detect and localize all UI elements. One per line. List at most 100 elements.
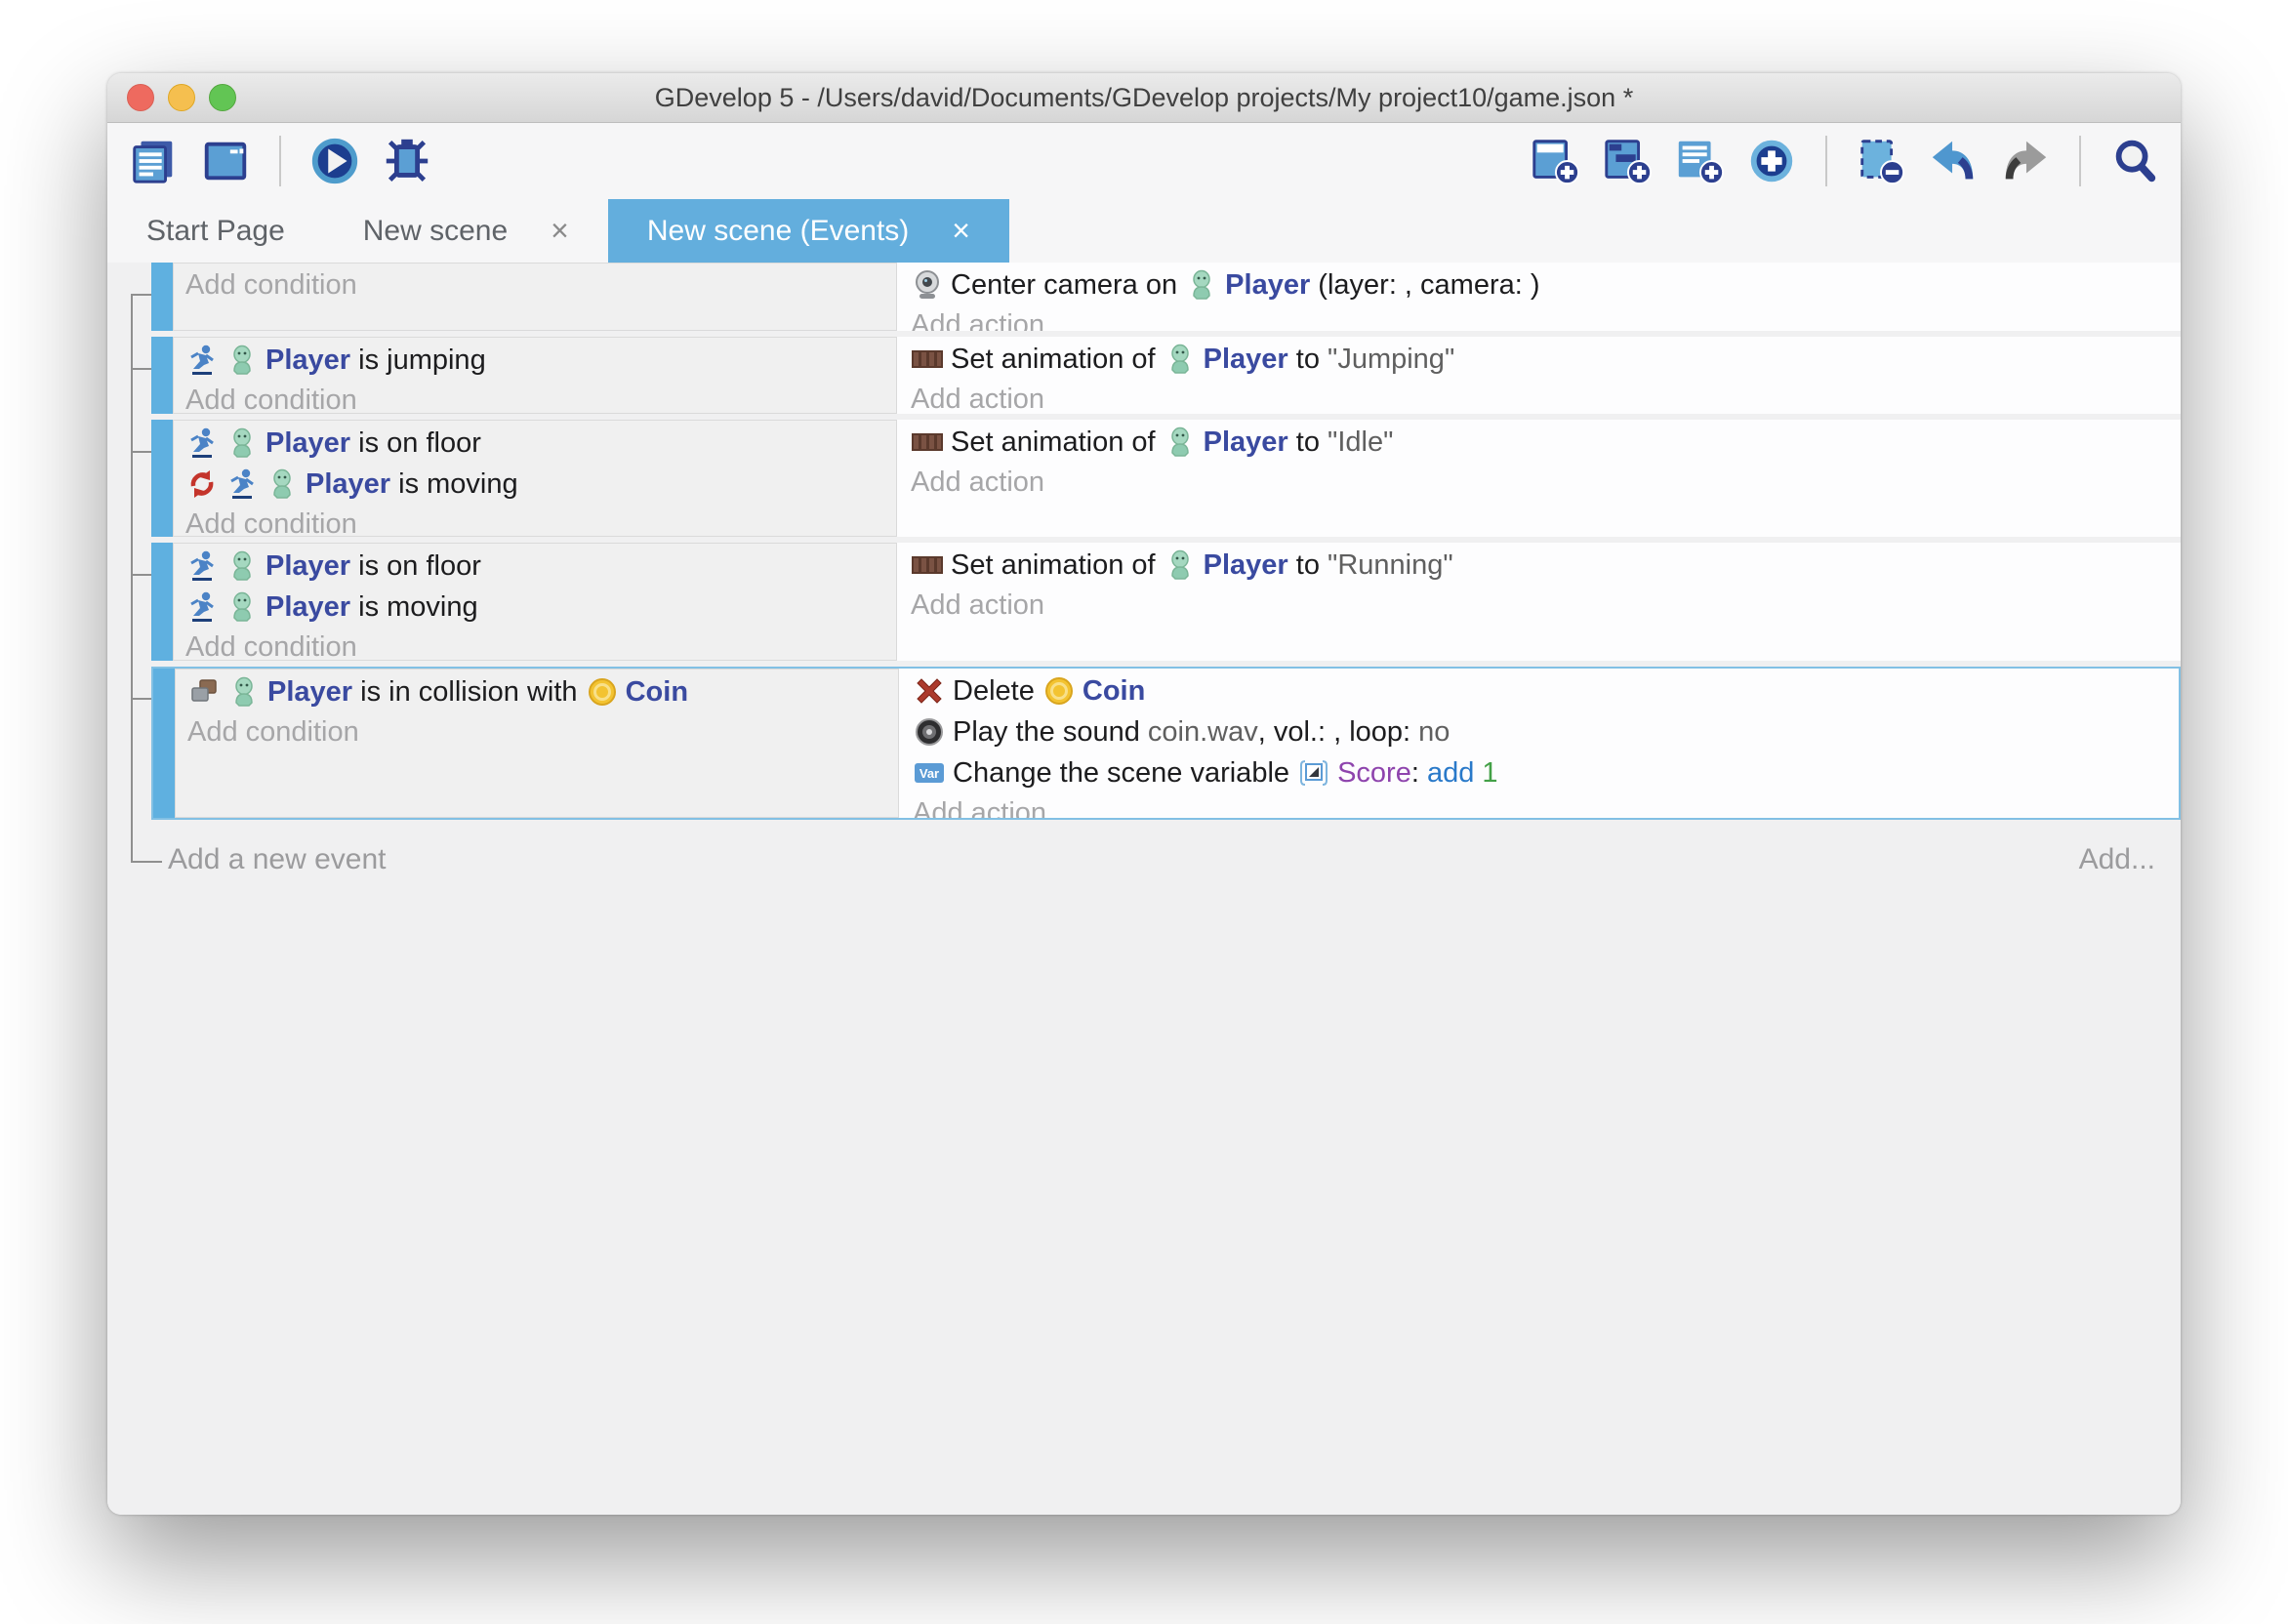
player-icon	[225, 426, 259, 460]
action-text: (layer: , camera: )	[1310, 269, 1539, 302]
action-text: Player	[1204, 344, 1288, 376]
toolbar-divider	[2079, 136, 2081, 186]
player-icon	[1185, 268, 1218, 302]
action-line[interactable]: Set animation of Player to "Running"	[911, 545, 2181, 586]
action-line[interactable]: Center camera on Player (layer: , camera…	[911, 264, 2181, 305]
condition-text: Player	[266, 427, 350, 460]
event-drag-handle[interactable]	[151, 420, 173, 537]
undo-icon[interactable]	[1925, 133, 1982, 189]
tree-trunk-line	[131, 294, 133, 863]
action-line[interactable]: Set animation of Player to "Idle"	[911, 422, 2181, 463]
event-row[interactable]: Player is on floorPlayer is movingAdd co…	[151, 543, 2181, 661]
condition-line[interactable]: Player is in collision with Coin	[187, 671, 898, 712]
player-icon	[266, 467, 299, 501]
action-text: Player	[1225, 269, 1310, 302]
condition-text: is in collision with	[352, 676, 586, 709]
add-circle-icon[interactable]	[1743, 133, 1800, 189]
add-condition-link[interactable]: Add condition	[185, 505, 896, 537]
add-condition-link[interactable]: Add condition	[185, 381, 896, 414]
action-text: to	[1288, 344, 1328, 376]
conditions-cell: Player is jumpingAdd condition	[173, 337, 897, 414]
action-text: Set animation of	[951, 344, 1164, 376]
gdevelop-window: GDevelop 5 - /Users/david/Documents/GDev…	[107, 73, 2181, 1515]
minimize-window-button[interactable]	[168, 84, 195, 111]
action-line[interactable]: Play the sound coin.wav, vol.: , loop: n…	[913, 711, 2179, 752]
add-condition-link[interactable]: Add condition	[187, 712, 898, 751]
tab-label: New scene	[363, 215, 508, 248]
action-text: Set animation of	[951, 549, 1164, 582]
redo-icon[interactable]	[1997, 133, 2054, 189]
invert-icon	[185, 467, 219, 501]
conditions-cell: Player is in collision with CoinAdd cond…	[175, 669, 899, 818]
condition-line[interactable]: Player is on floor	[185, 546, 896, 587]
play-icon[interactable]	[306, 133, 363, 189]
add-more-link[interactable]: Add...	[2079, 843, 2155, 876]
event-drag-handle[interactable]	[151, 337, 173, 414]
condition-line[interactable]: Player is moving	[185, 587, 896, 628]
event-row[interactable]: Add condition Center camera on Player (la…	[151, 263, 2181, 331]
condition-line[interactable]: Player is on floor	[185, 423, 896, 464]
debug-icon[interactable]	[379, 133, 435, 189]
close-window-button[interactable]	[127, 84, 154, 111]
add-condition-link[interactable]: Add condition	[185, 628, 896, 661]
player-icon	[1164, 343, 1197, 376]
actions-cell: Set animation of Player to "Idle"Add act…	[897, 420, 2181, 537]
condition-text: is moving	[350, 591, 478, 624]
event-drag-handle[interactable]	[151, 543, 173, 661]
add-action-link[interactable]: Add action	[911, 586, 2181, 625]
coin-icon	[1042, 674, 1076, 708]
window-title: GDevelop 5 - /Users/david/Documents/GDev…	[655, 83, 1633, 113]
add-action-link[interactable]: Add action	[911, 463, 2181, 502]
condition-text: is jumping	[350, 345, 486, 377]
add-subevent-icon[interactable]	[1599, 133, 1655, 189]
project-manager-icon[interactable]	[125, 133, 182, 189]
action-text: coin.wav	[1148, 716, 1258, 749]
action-line[interactable]: Set animation of Player to "Jumping"	[911, 339, 2181, 380]
add-event-icon[interactable]	[1527, 133, 1583, 189]
action-text: , vol.: , loop:	[1258, 716, 1418, 749]
coin-icon	[586, 675, 619, 709]
action-text: Center camera on	[951, 269, 1185, 302]
score-var-icon	[1297, 756, 1330, 790]
action-text: Change the scene variable	[953, 757, 1297, 790]
player-icon	[225, 344, 259, 377]
tree-branch-line	[131, 574, 151, 576]
platformer-icon	[185, 344, 219, 377]
actions-cell: Set animation of Player to "Running"Add …	[897, 543, 2181, 661]
add-action-link[interactable]: Add action	[913, 793, 2179, 818]
event-drag-handle[interactable]	[151, 263, 173, 331]
platformer-icon	[185, 426, 219, 460]
condition-line[interactable]: Player is jumping	[185, 340, 896, 381]
player-icon	[225, 549, 259, 583]
action-text: Player	[1204, 549, 1288, 582]
search-icon[interactable]	[2106, 133, 2163, 189]
sound-icon	[913, 715, 946, 749]
tab-new-scene[interactable]: New scene ×	[324, 199, 608, 263]
close-tab-icon[interactable]: ×	[551, 213, 569, 249]
tab-start-page[interactable]: Start Page	[107, 199, 324, 263]
add-condition-link[interactable]: Add condition	[185, 265, 896, 304]
add-action-link[interactable]: Add action	[911, 380, 2181, 414]
action-line[interactable]: Delete Coin	[913, 670, 2179, 711]
tab-new-scene-events[interactable]: New scene (Events) ×	[608, 199, 1009, 263]
delete-selection-icon[interactable]	[1853, 133, 1909, 189]
event-row[interactable]: Player is in collision with CoinAdd cond…	[151, 667, 2181, 820]
close-tab-icon[interactable]: ×	[952, 213, 970, 249]
event-drag-handle[interactable]	[153, 669, 175, 818]
zoom-window-button[interactable]	[209, 84, 236, 111]
event-row[interactable]: Player is on floorPlayer is movingAdd co…	[151, 420, 2181, 537]
add-new-event-link[interactable]: Add a new event	[168, 843, 387, 876]
action-line[interactable]: VarChange the scene variable Score: add …	[913, 752, 2179, 793]
add-comment-icon[interactable]	[1671, 133, 1728, 189]
animation-icon	[911, 426, 944, 459]
toolbar-left-group	[125, 133, 435, 189]
add-action-link[interactable]: Add action	[911, 305, 2181, 331]
condition-line[interactable]: Player is moving	[185, 464, 896, 505]
condition-text: Player	[266, 345, 350, 377]
scene-window-icon[interactable]	[197, 133, 254, 189]
condition-text: Coin	[626, 676, 688, 709]
tree-branch-line	[131, 368, 151, 370]
event-row[interactable]: Player is jumpingAdd conditionSet animat…	[151, 337, 2181, 414]
conditions-cell: Add condition	[173, 263, 897, 331]
tab-label: Start Page	[146, 215, 285, 248]
